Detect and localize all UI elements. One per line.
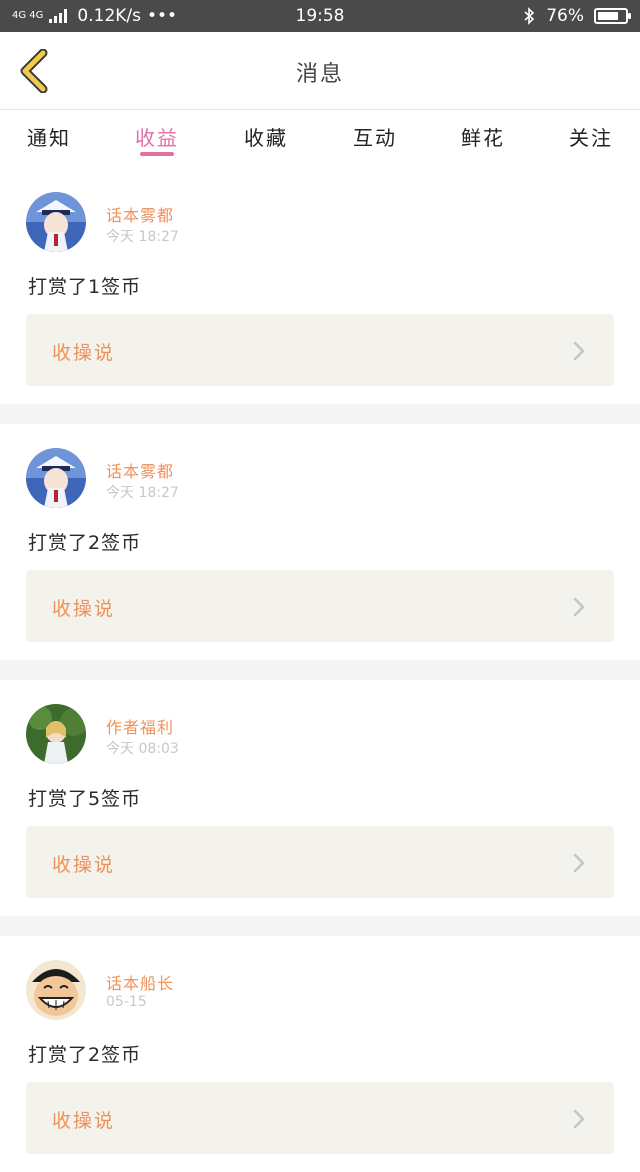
divider xyxy=(0,660,640,680)
anime-avatar-icon xyxy=(26,704,86,764)
divider xyxy=(0,404,640,424)
work-link[interactable]: 收操说 xyxy=(26,570,614,642)
message-text: 打赏了1签币 xyxy=(28,276,142,298)
avatar[interactable] xyxy=(26,704,86,764)
work-title: 收操说 xyxy=(52,342,116,364)
author-name[interactable]: 作者福利 xyxy=(106,714,174,738)
tab-interactions[interactable]: 互动 xyxy=(353,122,397,151)
bluetooth-icon xyxy=(524,7,535,25)
work-title: 收操说 xyxy=(52,598,116,620)
tab-bar: 通知 收益 收藏 互动 鲜花 关注 xyxy=(0,110,640,168)
message-time: 今天 18:27 xyxy=(106,485,179,501)
message-text: 打赏了5签币 xyxy=(28,788,142,810)
status-right: 76% xyxy=(522,6,631,26)
work-link[interactable]: 收操说 xyxy=(26,826,614,898)
header: 消息 xyxy=(0,32,640,110)
work-title: 收操说 xyxy=(52,1110,116,1132)
page-title: 消息 xyxy=(295,62,344,87)
message-time: 今天 18:27 xyxy=(106,229,179,245)
chevron-right-icon xyxy=(573,853,585,873)
divider xyxy=(0,916,640,936)
work-link[interactable]: 收操说 xyxy=(26,1082,614,1154)
message-card: 话本雾都 今天 18:27 打赏了2签币 收操说 xyxy=(0,424,640,660)
anime-avatar-icon xyxy=(26,192,86,252)
message-text: 打赏了2签币 xyxy=(28,1044,142,1066)
message-time: 今天 08:03 xyxy=(106,741,179,757)
avatar[interactable] xyxy=(26,192,86,252)
chevron-right-icon xyxy=(573,341,585,361)
message-time: 05-15 xyxy=(106,994,147,1010)
author-name[interactable]: 话本雾都 xyxy=(106,458,174,482)
work-link[interactable]: 收操说 xyxy=(26,314,614,386)
avatar[interactable] xyxy=(26,960,86,1020)
battery-percent: 76% xyxy=(546,6,584,26)
tab-favorites[interactable]: 收藏 xyxy=(244,122,288,151)
tab-flowers[interactable]: 鲜花 xyxy=(461,122,505,151)
avatar[interactable] xyxy=(26,448,86,508)
battery-icon xyxy=(594,8,631,24)
signal-icon xyxy=(49,9,68,23)
status-bar: 4G 4G 0.12K/s ••• 19:58 76% xyxy=(0,0,640,32)
chevron-right-icon xyxy=(573,1109,585,1129)
tab-notifications[interactable]: 通知 xyxy=(27,122,71,151)
message-card: 话本船长 05-15 打赏了2签币 收操说 xyxy=(0,936,640,1172)
cartoon-avatar-icon xyxy=(26,960,86,1020)
network-label: 4G 4G xyxy=(12,10,44,21)
anime-avatar-icon xyxy=(26,448,86,508)
message-card: 作者福利 今天 08:03 打赏了5签币 收操说 xyxy=(0,680,640,916)
author-name[interactable]: 话本雾都 xyxy=(106,202,174,226)
message-card: 话本雾都 今天 18:27 打赏了1签币 收操说 xyxy=(0,168,640,404)
work-title: 收操说 xyxy=(52,854,116,876)
message-feed: 话本雾都 今天 18:27 打赏了1签币 收操说 话本雾都 今天 18:27 打… xyxy=(0,168,640,1172)
tab-active-indicator xyxy=(140,152,174,156)
status-left: 4G 4G 0.12K/s ••• xyxy=(12,6,177,26)
network-speed: 0.12K/s xyxy=(77,6,141,26)
tab-earnings[interactable]: 收益 xyxy=(135,122,179,151)
message-text: 打赏了2签币 xyxy=(28,532,142,554)
tab-following[interactable]: 关注 xyxy=(569,122,613,151)
author-name[interactable]: 话本船长 xyxy=(106,970,174,994)
battery-fill xyxy=(598,12,618,20)
more-dots: ••• xyxy=(147,6,178,26)
chevron-right-icon xyxy=(573,597,585,617)
